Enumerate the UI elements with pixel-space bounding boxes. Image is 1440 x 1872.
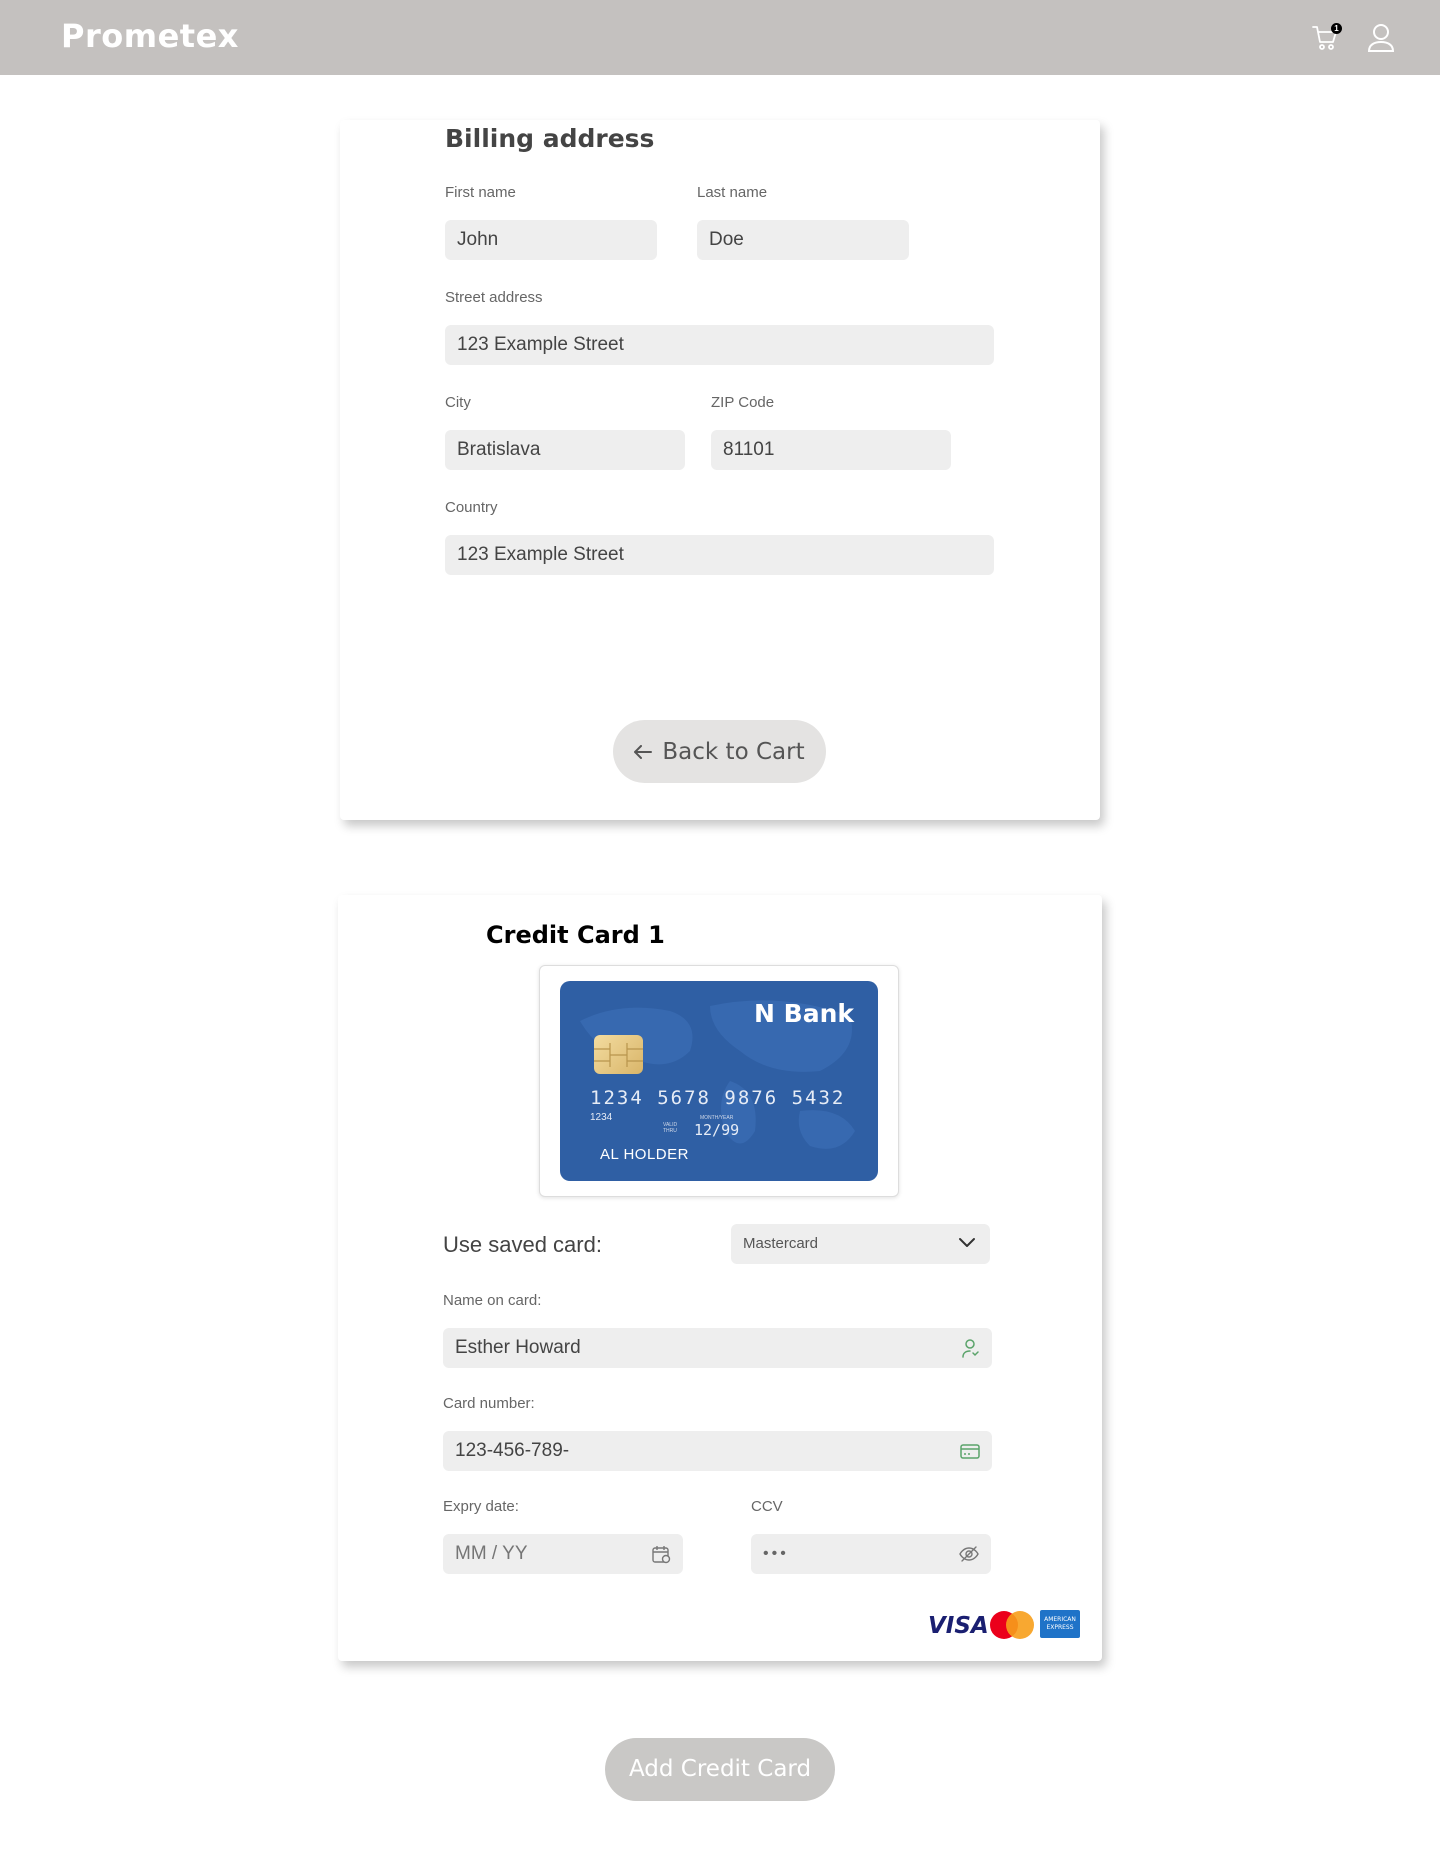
name-on-card-label: Name on card: bbox=[443, 1292, 542, 1309]
card-number-field[interactable] bbox=[443, 1431, 910, 1471]
back-to-cart-button[interactable]: Back to Cart bbox=[613, 720, 826, 783]
eye-off-icon[interactable] bbox=[959, 1544, 979, 1564]
mastercard-logo bbox=[990, 1611, 1034, 1639]
chevron-down-icon bbox=[959, 1238, 975, 1247]
country-label: Country bbox=[445, 499, 498, 516]
cart-count-badge: 1 bbox=[1331, 23, 1342, 34]
expiry-date-field[interactable] bbox=[443, 1534, 623, 1574]
last-name-field[interactable] bbox=[697, 220, 909, 260]
credit-card-icon bbox=[960, 1444, 980, 1459]
city-label: City bbox=[445, 394, 471, 411]
city-field[interactable] bbox=[445, 430, 685, 470]
ccv-field-wrapper[interactable]: ••• bbox=[751, 1534, 991, 1574]
accepted-cards-logos: VISA AMERICAN EXPRESS bbox=[928, 1607, 1080, 1641]
person-icon bbox=[962, 1339, 979, 1358]
last-name-label: Last name bbox=[697, 184, 768, 201]
street-address-field[interactable] bbox=[445, 325, 994, 365]
add-credit-card-button[interactable]: Add Credit Card bbox=[605, 1738, 835, 1801]
card-visual-expiry: 12/99 bbox=[694, 1121, 740, 1139]
billing-title: Billing address bbox=[445, 124, 655, 153]
card-visual-sub-number: 1234 bbox=[590, 1112, 613, 1123]
expiry-date-label: Expry date: bbox=[443, 1498, 519, 1515]
card-valid-thru-label: VALID THRU bbox=[663, 1122, 678, 1134]
card-bank-name: N Bank bbox=[754, 999, 854, 1028]
street-address-label: Street address bbox=[445, 289, 543, 306]
saved-card-select[interactable]: Mastercard bbox=[731, 1224, 990, 1264]
cart-button[interactable]: 1 bbox=[1312, 23, 1342, 54]
name-on-card-field-wrapper bbox=[443, 1328, 992, 1368]
first-name-field[interactable] bbox=[445, 220, 657, 260]
user-icon bbox=[1367, 24, 1395, 52]
use-saved-card-label: Use saved card: bbox=[443, 1232, 602, 1257]
country-field[interactable] bbox=[445, 535, 994, 575]
calendar-icon bbox=[652, 1546, 671, 1564]
card-number-label: Card number: bbox=[443, 1395, 535, 1412]
first-name-label: First name bbox=[445, 184, 516, 201]
brand-logo[interactable]: Prometex bbox=[61, 17, 239, 55]
credit-card-visual: N Bank 1234 5678 9876 5432 1234 VALID THR… bbox=[560, 981, 878, 1181]
back-to-cart-label: Back to Cart bbox=[662, 738, 805, 765]
zip-code-field[interactable] bbox=[711, 430, 951, 470]
card-preview-frame: N Bank 1234 5678 9876 5432 1234 VALID THR… bbox=[539, 965, 899, 1197]
zip-code-label: ZIP Code bbox=[711, 394, 775, 411]
ccv-field[interactable]: ••• bbox=[763, 1534, 789, 1574]
user-account-button[interactable] bbox=[1366, 22, 1396, 54]
card-number-field-wrapper bbox=[443, 1431, 992, 1471]
card-visual-number: 1234 5678 9876 5432 bbox=[590, 1087, 846, 1109]
name-on-card-field[interactable] bbox=[443, 1328, 910, 1368]
card-visual-holder: AL HOLDER bbox=[600, 1146, 689, 1163]
credit-card-title: Credit Card 1 bbox=[486, 921, 665, 949]
ccv-label: CCV bbox=[751, 1498, 783, 1515]
top-navigation-bar: Prometex 1 bbox=[0, 0, 1440, 75]
expiry-field-wrapper bbox=[443, 1534, 683, 1574]
amex-logo: AMERICAN EXPRESS bbox=[1040, 1610, 1080, 1638]
visa-logo: VISA bbox=[928, 1613, 989, 1639]
chip-icon bbox=[594, 1035, 643, 1074]
credit-card-panel: Credit Card 1 N Bank 1234 5678 9876 5432… bbox=[338, 895, 1102, 1661]
saved-card-value: Mastercard bbox=[743, 1235, 819, 1252]
billing-address-panel: Billing address First name Last name Str… bbox=[340, 120, 1100, 820]
arrow-left-icon bbox=[634, 744, 653, 759]
